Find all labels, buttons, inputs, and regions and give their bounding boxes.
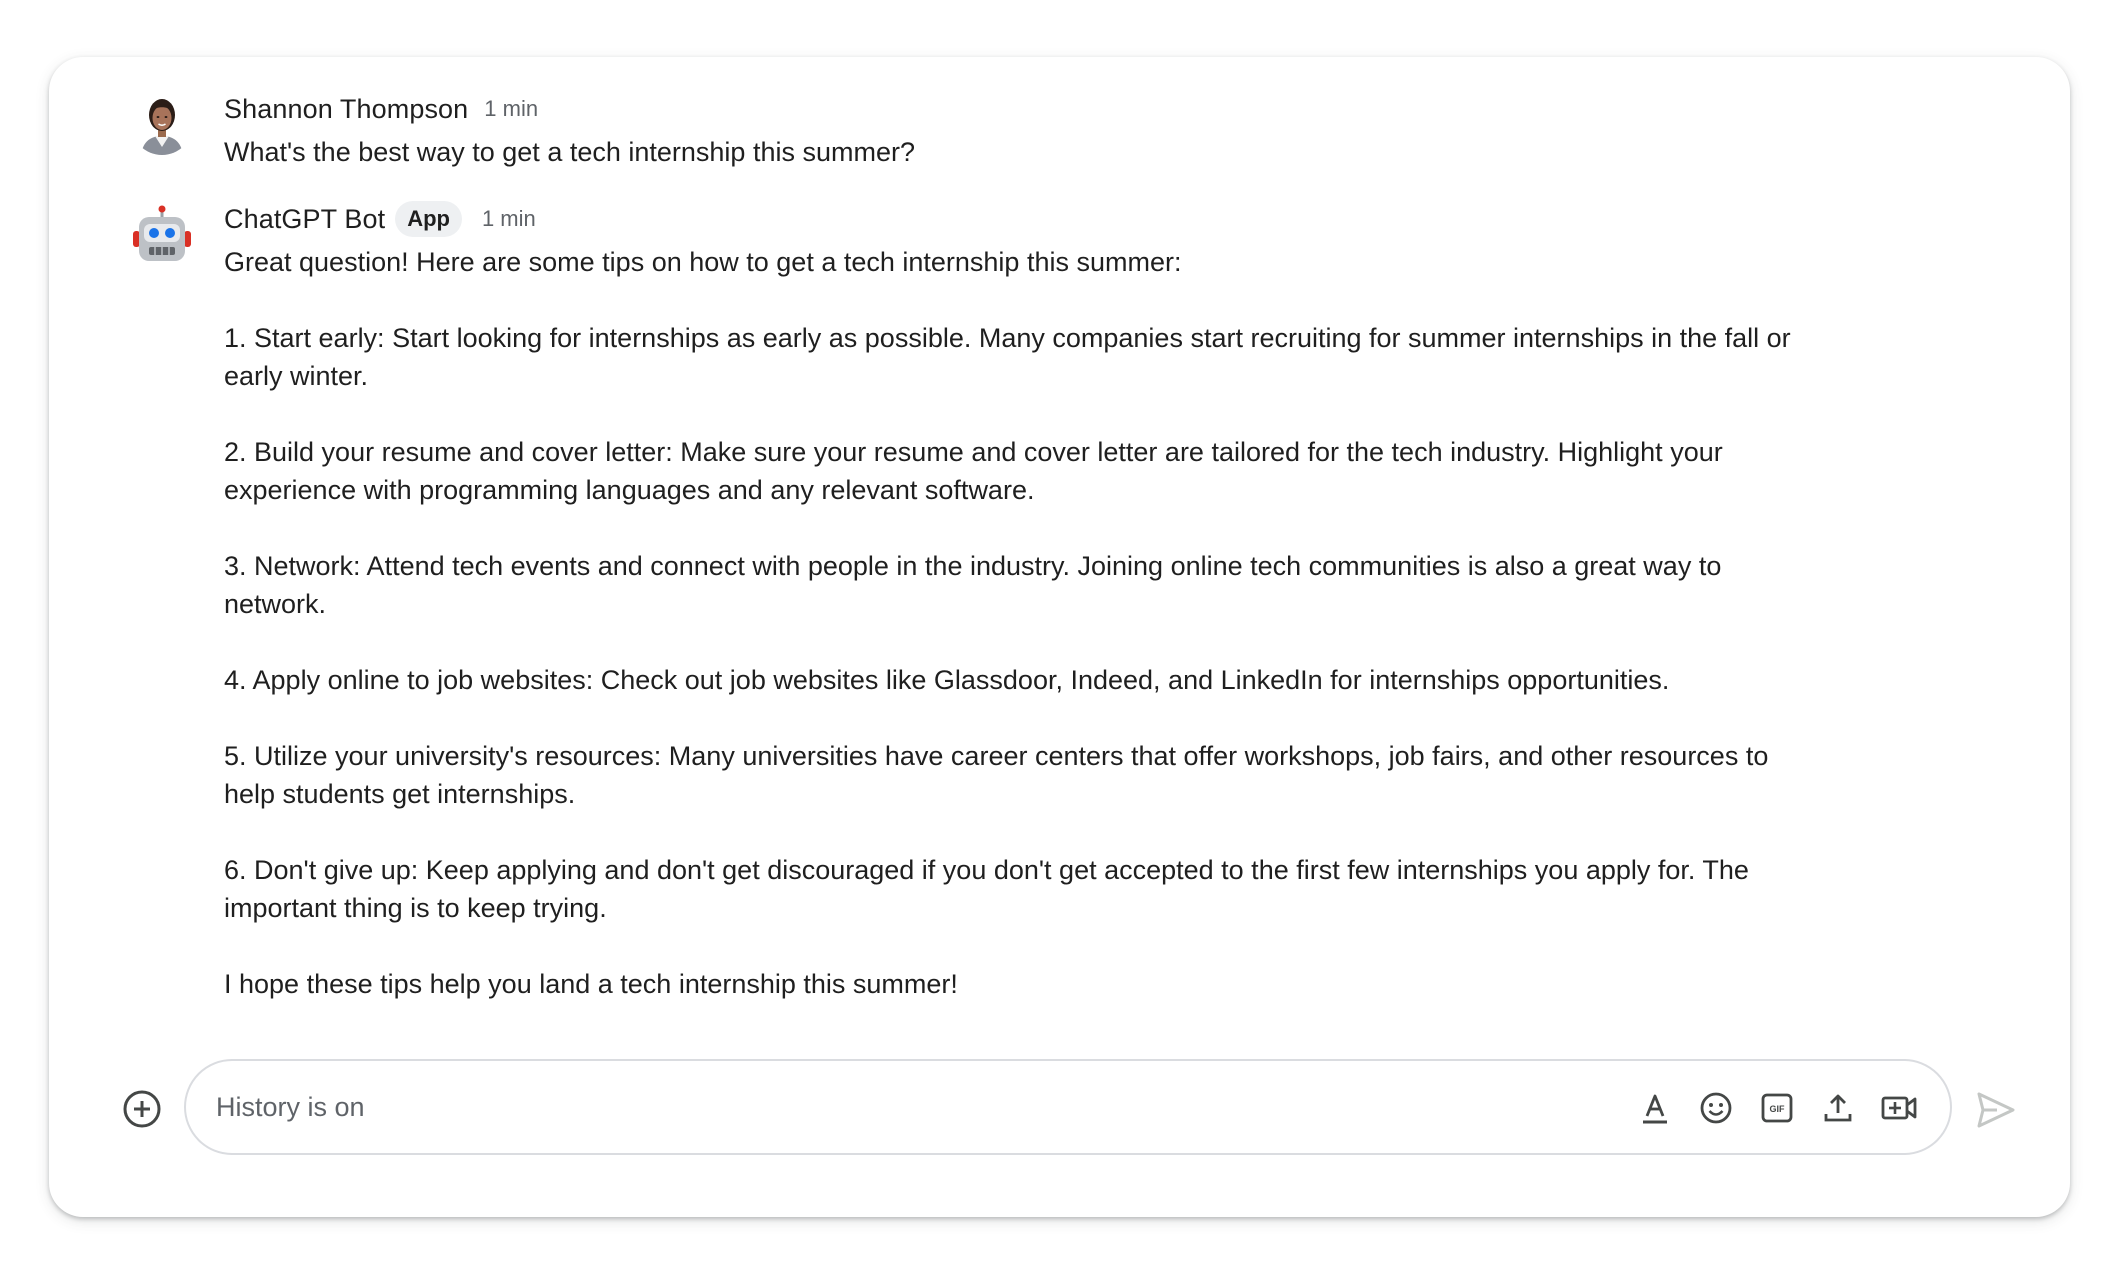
chat-card: Shannon Thompson 1 min What's the best w…: [49, 57, 2070, 1217]
message-paragraph: 1. Start early: Start looking for intern…: [224, 323, 1791, 391]
svg-text:GIF: GIF: [1770, 1104, 1786, 1114]
message-text: What's the best way to get a tech intern…: [224, 137, 915, 167]
emoji-icon: [1700, 1092, 1732, 1124]
add-circle-icon: [123, 1090, 161, 1128]
upload-file-button[interactable]: [1817, 1087, 1859, 1129]
avatar-shannon[interactable]: [131, 93, 193, 155]
send-icon: [1977, 1092, 2015, 1128]
format-text-button[interactable]: [1634, 1087, 1676, 1129]
person-avatar-icon: [131, 93, 193, 155]
message-paragraph: 3. Network: Attend tech events and conne…: [224, 551, 1722, 619]
gif-button[interactable]: GIF: [1756, 1087, 1798, 1129]
sender-name[interactable]: Shannon Thompson: [224, 94, 468, 125]
robot-avatar-icon: [133, 205, 191, 261]
video-meeting-button[interactable]: [1878, 1087, 1920, 1129]
message-timestamp: 1 min: [481, 206, 536, 231]
app-badge: App: [395, 201, 462, 237]
message-input[interactable]: [216, 1061, 1496, 1153]
gif-icon: GIF: [1761, 1093, 1793, 1123]
upload-icon: [1824, 1094, 1852, 1122]
send-button[interactable]: [1973, 1087, 2019, 1133]
add-attachment-button[interactable]: [121, 1088, 163, 1130]
message-paragraph: 2. Build your resume and cover letter: M…: [224, 437, 1723, 505]
message-text: Great question! Here are some tips on ho…: [224, 243, 1804, 1003]
message-paragraph: I hope these tips help you land a tech i…: [224, 969, 958, 999]
avatar-chatgpt-bot[interactable]: [131, 205, 193, 267]
text-format-icon: [1643, 1094, 1667, 1124]
sender-name[interactable]: ChatGPT Bot: [224, 204, 385, 235]
message-composer: GIF: [184, 1059, 1952, 1155]
message-timestamp: 1 min: [484, 96, 539, 121]
message-paragraph: 4. Apply online to job websites: Check o…: [224, 665, 1670, 695]
message-paragraph: Great question! Here are some tips on ho…: [224, 247, 1182, 277]
message-paragraph: 6. Don't give up: Keep applying and don'…: [224, 855, 1749, 923]
video-call-icon: [1881, 1096, 1917, 1120]
message-paragraph: 5. Utilize your university's resources: …: [224, 741, 1769, 809]
emoji-button[interactable]: [1695, 1087, 1737, 1129]
